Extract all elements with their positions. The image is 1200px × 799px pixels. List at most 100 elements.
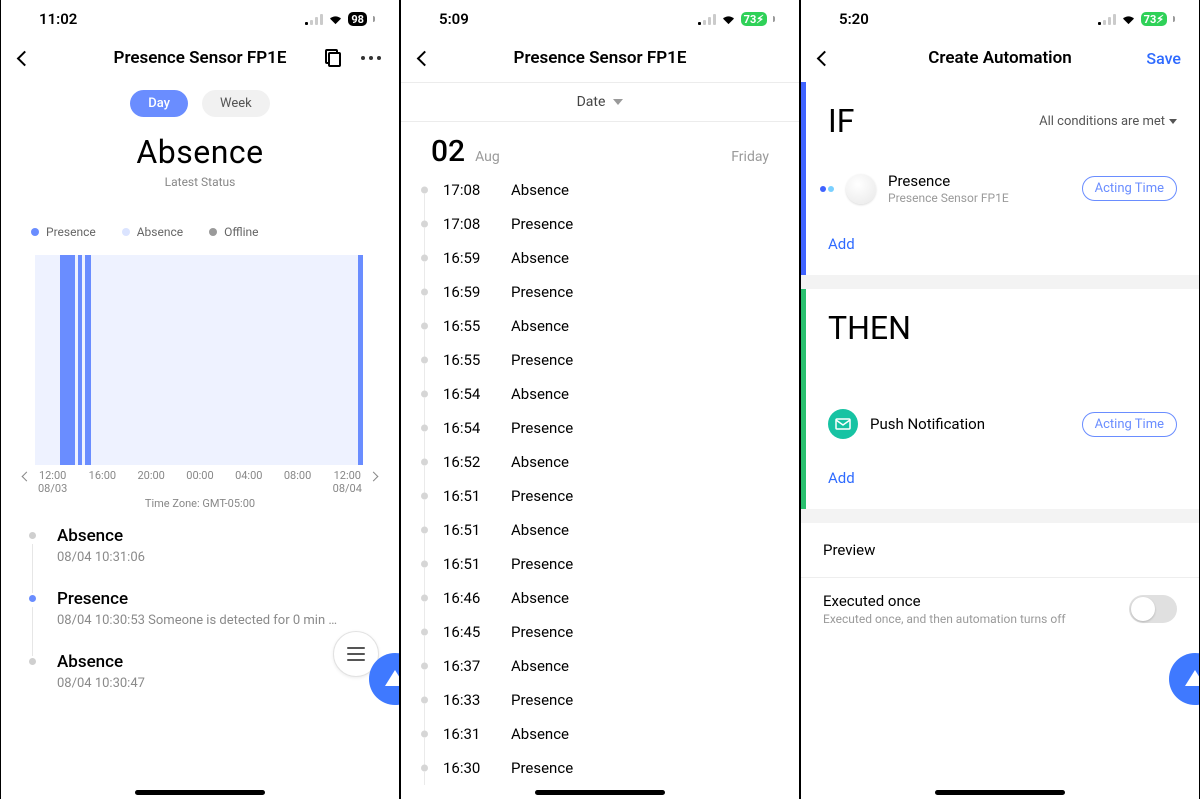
assistant-fab[interactable]: [1169, 653, 1200, 705]
date-selector[interactable]: Date: [401, 82, 799, 122]
cell-signal-icon: [1098, 14, 1116, 25]
cell-signal-icon: [305, 14, 323, 25]
acting-time-button[interactable]: Acting Time: [1082, 412, 1177, 437]
back-icon[interactable]: [817, 50, 833, 66]
range-tabs: Day Week: [1, 82, 399, 127]
log-time: 16:37: [443, 657, 493, 675]
log-time: 16:45: [443, 623, 493, 641]
then-action-row[interactable]: Push Notification Acting Time: [806, 397, 1199, 451]
current-status: Absence Latest Status: [1, 127, 399, 213]
wifi-icon: [1121, 14, 1136, 25]
event-detail: 08/04 10:30:53 Someone is detected for 0…: [57, 613, 391, 628]
preview-row[interactable]: Preview: [801, 523, 1199, 577]
sensor-icon: [846, 174, 876, 204]
log-row[interactable]: 16:59Presence: [443, 275, 789, 309]
log-row[interactable]: 16:51Absence: [443, 513, 789, 547]
log-time: 16:51: [443, 555, 493, 573]
exec-detail: Executed once, and then automation turns…: [823, 612, 1066, 626]
log-time: 17:08: [443, 181, 493, 199]
chart-body[interactable]: [21, 255, 379, 465]
log-row[interactable]: 16:31 Absence: [443, 717, 789, 751]
action-title: Push Notification: [870, 415, 1070, 433]
tab-week[interactable]: Week: [202, 90, 270, 117]
clock: 11:02: [39, 10, 77, 28]
log-row[interactable]: 16:52Absence: [443, 445, 789, 479]
event-title: Presence: [57, 589, 391, 609]
log-row[interactable]: 16:33 Presence: [443, 683, 789, 717]
log-row[interactable]: 16:30Presence: [443, 751, 789, 785]
page-title: Presence Sensor FP1E: [75, 48, 325, 68]
home-indicator: [535, 790, 665, 795]
dot-icon: [209, 228, 217, 236]
log-row[interactable]: 16:51Presence: [443, 479, 789, 513]
log-time: 16:55: [443, 317, 493, 335]
condition-detail: Presence Sensor FP1E: [888, 191, 1070, 205]
log-row[interactable]: 16:45 Presence: [443, 615, 789, 649]
log-time: 16:54: [443, 419, 493, 437]
log-status: Absence: [511, 249, 569, 267]
dot-icon: [31, 228, 39, 236]
log-row[interactable]: 17:08Absence: [443, 173, 789, 207]
log-row[interactable]: 16:51Presence: [443, 547, 789, 581]
log-status: Absence: [511, 725, 569, 743]
then-section: THEN Push Notification Acting Time Add: [801, 289, 1199, 509]
log-row[interactable]: 16:54Absence: [443, 377, 789, 411]
log-row[interactable]: 16:37 Absence: [443, 649, 789, 683]
save-button[interactable]: Save: [1146, 49, 1181, 68]
log-row[interactable]: 17:08Presence: [443, 207, 789, 241]
beads-icon: [820, 186, 834, 192]
nav-bar: Presence Sensor FP1E: [1, 34, 399, 82]
event-detail: 08/04 10:31:06: [57, 550, 391, 565]
wifi-icon: [721, 14, 736, 25]
executed-once-toggle[interactable]: [1129, 595, 1177, 623]
log-status: Absence: [511, 317, 569, 335]
more-icon[interactable]: [361, 56, 381, 60]
log-row[interactable]: 16:54Presence: [443, 411, 789, 445]
log-time: 16:59: [443, 249, 493, 267]
back-icon[interactable]: [417, 50, 433, 66]
log-status: Absence: [511, 453, 569, 471]
cell-signal-icon: [698, 14, 716, 25]
chart-legend: Presence Absence Offline: [1, 213, 399, 249]
log-status: Absence: [511, 657, 569, 675]
condition-mode[interactable]: All conditions are met: [1039, 114, 1177, 129]
screen-day-view: 11:02 98 Presence Sensor FP1E Day Week A…: [0, 0, 400, 799]
status-bar: 5:09 73⚡︎: [401, 0, 799, 34]
log-status: Absence: [511, 521, 569, 539]
log-status: Absence: [511, 385, 569, 403]
event-title: Absence: [57, 526, 391, 546]
log-status: Presence: [511, 691, 573, 709]
acting-time-button[interactable]: Acting Time: [1082, 176, 1177, 201]
dot-icon: [122, 228, 130, 236]
home-indicator: [135, 790, 265, 795]
log-status: Presence: [511, 759, 573, 777]
log-row[interactable]: 16:59 Absence: [443, 241, 789, 275]
chevron-left-icon[interactable]: [22, 472, 32, 482]
event-list[interactable]: Absence 08/04 10:31:06 Presence 08/04 10:30…: [1, 510, 399, 715]
page-title: Presence Sensor FP1E: [475, 48, 725, 68]
if-condition-row[interactable]: Presence Presence Sensor FP1E Acting Tim…: [806, 160, 1199, 217]
chevron-right-icon[interactable]: [369, 472, 379, 482]
battery-icon: 73⚡︎: [1141, 12, 1167, 26]
log-time: 16:55: [443, 351, 493, 369]
nav-bar: Create Automation Save: [801, 34, 1199, 82]
log-time: 16:46: [443, 589, 493, 607]
if-section: IF All conditions are met Presence Prese…: [801, 82, 1199, 275]
then-add-button[interactable]: Add: [806, 451, 1199, 509]
log-list[interactable]: 17:08Absence17:08Presence16:59Absence16:…: [401, 173, 799, 785]
log-status: Presence: [511, 623, 573, 641]
exec-title: Executed once: [823, 592, 1066, 610]
share-icon[interactable]: [325, 49, 341, 67]
log-row[interactable]: 16:55Presence: [443, 343, 789, 377]
if-title: IF: [828, 102, 854, 140]
back-icon[interactable]: [17, 50, 33, 66]
event-item[interactable]: Absence 08/04 10:31:06: [29, 526, 391, 589]
if-add-button[interactable]: Add: [806, 217, 1199, 275]
log-time: 16:33: [443, 691, 493, 709]
tab-day[interactable]: Day: [130, 90, 188, 117]
log-row[interactable]: 16:55 Absence: [443, 309, 789, 343]
log-row[interactable]: 16:46Absence: [443, 581, 789, 615]
clock: 5:09: [439, 10, 469, 28]
date-header: 02Aug Friday: [401, 122, 799, 173]
log-time: 16:31: [443, 725, 493, 743]
